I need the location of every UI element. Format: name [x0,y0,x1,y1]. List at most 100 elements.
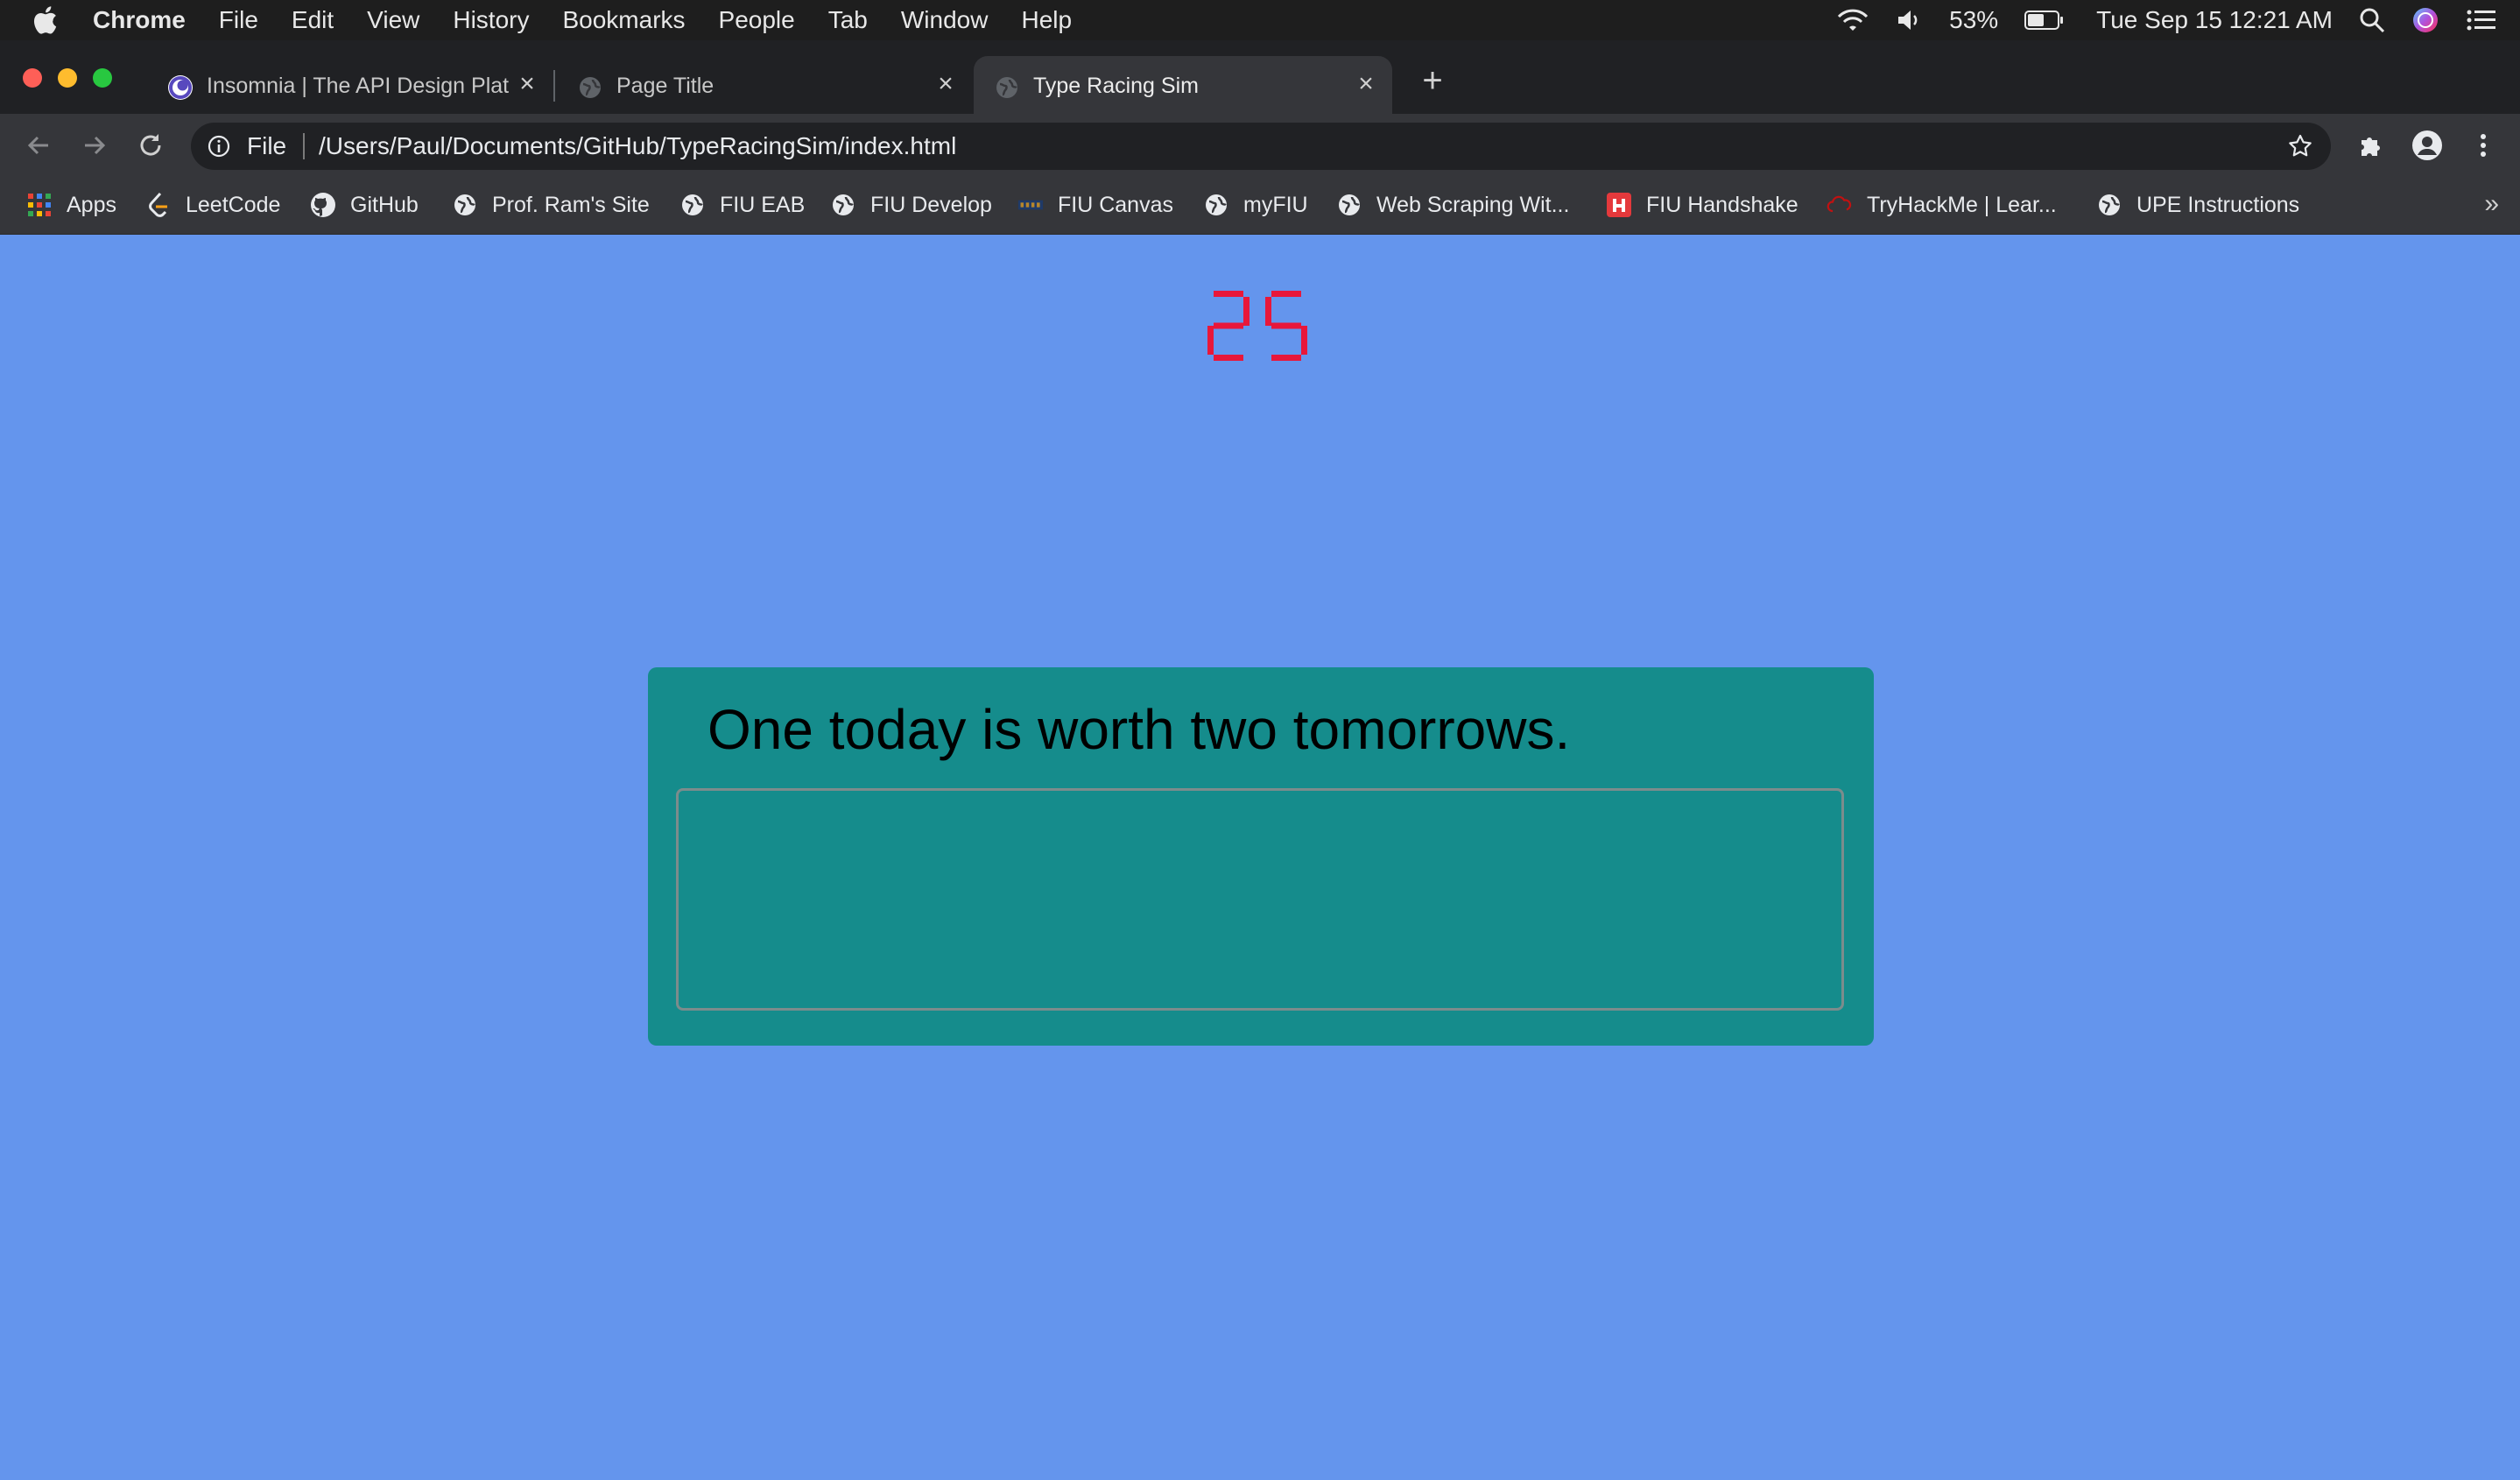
bookmarks-bar: Apps LeetCode GitHub Prof. Ram's Site FI… [0,177,2520,235]
bookmark-upe-instructions[interactable]: UPE Instructions [2096,187,2299,222]
tab-title: Insomnia | The API Design Plat [207,74,510,98]
new-tab-button[interactable]: + [1417,63,1448,98]
tab-close-icon[interactable]: × [513,70,541,98]
bookmark-label: myFIU [1243,192,1308,217]
timer-digits [1207,291,1307,361]
bookmark-label: Prof. Ram's Site [492,192,650,217]
globe-icon [995,75,1019,100]
tab-title: Type Racing Sim [1033,74,1199,98]
bookmark-fiu-handshake[interactable]: FIU Handshake [1606,187,1798,222]
forward-arrow-icon[interactable] [77,128,112,163]
bookmark-label: FIU Canvas [1058,192,1173,217]
leetcode-icon [145,192,172,218]
siri-icon[interactable] [2411,6,2439,34]
battery-percent: 53% [1949,6,1999,33]
bookmark-apps[interactable]: Apps [26,187,116,222]
quote-card: One today is worth two tomorrows. [648,667,1874,1046]
bookmark-label: Web Scraping Wit... [1376,192,1570,217]
menu-people[interactable]: People [719,6,795,34]
bookmark-label: FIU Develop [870,192,992,217]
menu-bookmarks[interactable]: Bookmarks [562,6,685,34]
window-close-button[interactable] [23,68,42,88]
apple-menu-icon[interactable] [32,5,74,35]
menu-window[interactable]: Window [901,6,989,34]
extensions-puzzle-icon[interactable] [2354,128,2389,163]
bookmark-fiu-develop[interactable]: FIU Develop [830,187,992,222]
window-zoom-button[interactable] [93,68,112,88]
bookmark-tryhackme[interactable]: TryHackMe | Lear... [1827,187,2057,222]
globe-icon [2096,192,2122,218]
window-minimize-button[interactable] [58,68,77,88]
bookmark-prof-rams-site[interactable]: Prof. Ram's Site [452,187,650,222]
globe-icon [830,192,856,218]
menubar-clock[interactable]: Tue Sep 15 12:21 AM [2096,6,2333,34]
tab-type-racing-sim[interactable]: Type Racing Sim × [974,56,1392,114]
tab-page-title[interactable]: Page Title × [557,56,974,114]
url-scheme-label: File [247,132,287,159]
menu-app-name[interactable]: Chrome [93,6,186,34]
bookmark-label: FIU EAB [720,192,806,217]
bookmark-star-icon[interactable] [2287,133,2313,159]
bookmark-label: TryHackMe | Lear... [1867,192,2057,217]
timer-digit-0-segment-g [1214,322,1243,329]
volume-icon[interactable] [1897,8,1923,32]
reload-icon[interactable] [133,128,168,163]
bookmark-fiu-canvas[interactable]: FIU Canvas [1017,187,1173,222]
menu-history[interactable]: History [453,6,529,34]
fiu-icon [1017,192,1044,218]
info-icon[interactable] [207,134,231,159]
menu-tab[interactable]: Tab [828,6,868,34]
wifi-icon[interactable] [1835,7,1870,33]
insomnia-icon [168,75,193,100]
bookmark-myfiu[interactable]: myFIU [1203,187,1308,222]
countdown-timer [1207,291,1307,361]
address-bar[interactable]: File /Users/Paul/Documents/GitHub/TypeRa… [191,123,2331,170]
globe-icon [679,192,706,218]
macos-menu-bar: Chrome File Edit View History Bookmarks … [0,0,2520,40]
back-arrow-icon[interactable] [21,128,56,163]
spotlight-search-icon[interactable] [2359,7,2385,33]
bookmark-fiu-eab[interactable]: FIU EAB [679,187,805,222]
page-content: One today is worth two tomorrows. [0,235,2520,1480]
menu-help[interactable]: Help [1021,6,1072,34]
bookmark-label: GitHub [350,192,419,217]
quote-text: One today is worth two tomorrows. [707,698,1571,761]
bookmark-github[interactable]: GitHub [310,187,419,222]
bookmark-label: UPE Instructions [2136,192,2300,217]
profile-avatar-icon[interactable] [2410,128,2445,163]
tab-title: Page Title [616,74,714,98]
tab-close-icon[interactable]: × [932,70,960,98]
globe-icon [452,192,478,218]
github-icon [310,192,336,218]
timer-digit-0-segment-e [1207,326,1214,355]
timer-digit-1-segment-c [1301,326,1307,355]
typing-input[interactable] [676,788,1844,1011]
browser-tab-strip: Insomnia | The API Design Plat × Page Ti… [0,40,2520,114]
timer-digit-0-segment-a [1214,291,1243,297]
more-menu-icon[interactable] [2466,128,2501,163]
address-divider [303,133,305,159]
globe-icon [578,75,602,100]
tryhackme-icon [1827,192,1853,218]
menubar-status-area: 53% Tue Sep 15 12:21 AM [1835,0,2497,40]
tab-separator [553,70,555,102]
apps-grid-icon [26,192,53,218]
timer-digit-0-segment-b [1243,297,1249,326]
bookmark-label: Apps [67,192,116,217]
globe-icon [1203,192,1229,218]
browser-toolbar: File /Users/Paul/Documents/GitHub/TypeRa… [0,114,2520,177]
bookmark-label: LeetCode [186,192,281,217]
menu-edit[interactable]: Edit [292,6,334,34]
tab-insomnia[interactable]: Insomnia | The API Design Plat × [147,56,553,114]
battery-icon[interactable] [2024,10,2065,31]
timer-digit-1-segment-g [1271,322,1301,329]
timer-digit-1-segment-f [1265,297,1271,326]
bookmark-leetcode[interactable]: LeetCode [145,187,280,222]
url-text[interactable]: /Users/Paul/Documents/GitHub/TypeRacingS… [319,132,956,160]
bookmarks-overflow-icon[interactable]: » [2484,189,2499,219]
bookmark-web-scraping[interactable]: Web Scraping Wit... [1336,187,1569,222]
menu-file[interactable]: File [219,6,258,34]
notification-center-icon[interactable] [2466,8,2497,32]
tab-close-icon[interactable]: × [1352,70,1380,98]
menu-view[interactable]: View [367,6,419,34]
